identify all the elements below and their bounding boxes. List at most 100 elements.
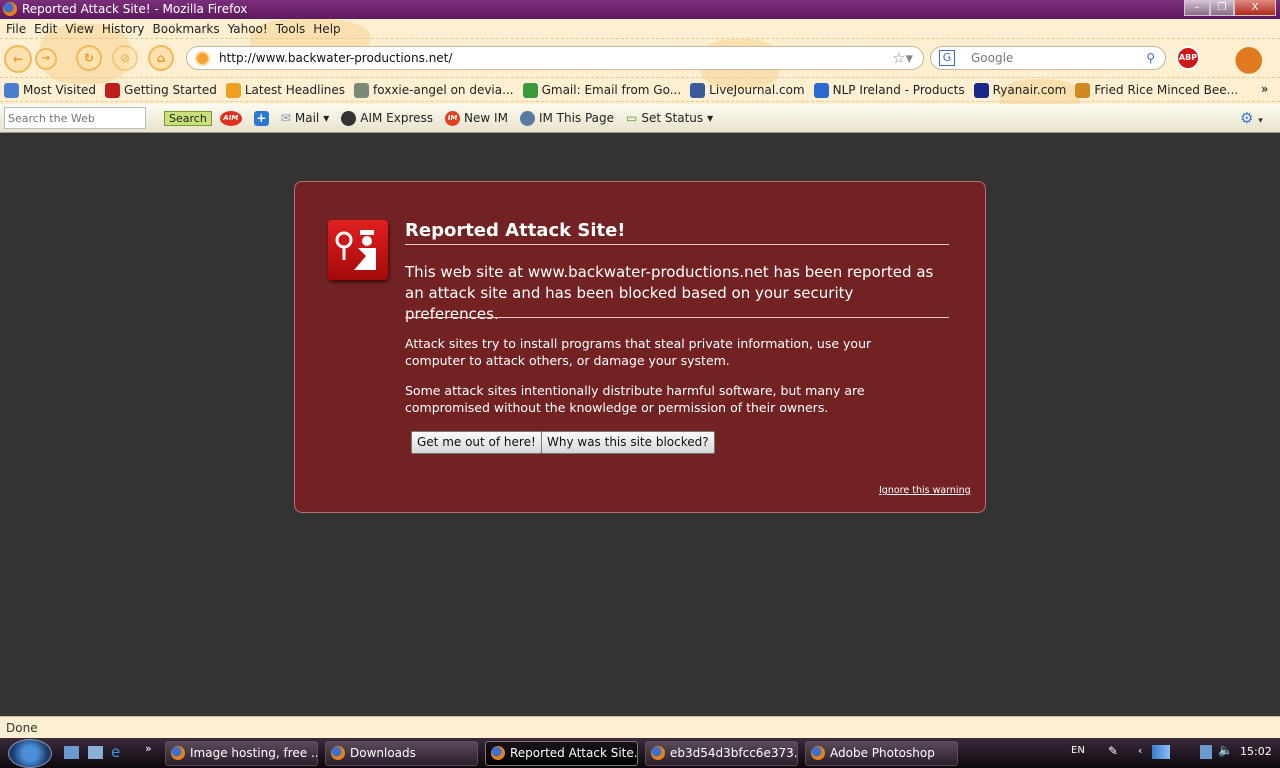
tray-signal-icon <box>1152 745 1170 759</box>
im-icon: IM <box>445 110 461 126</box>
set-status-button[interactable]: ▭ Set Status ▾ <box>626 111 713 125</box>
folder-icon <box>4 82 19 98</box>
title-bar: Reported Attack Site! - Mozilla Firefox <box>0 0 1280 19</box>
menu-bookmarks[interactable]: Bookmarks <box>149 19 224 39</box>
bookmark-label: Most Visited <box>23 83 97 97</box>
add-button[interactable]: + <box>253 110 269 126</box>
home-button[interactable]: ⌂ <box>148 45 174 71</box>
aim-express-button[interactable]: AIM Express <box>341 110 433 126</box>
yahoo-toolbar: Search AIM + ✉Mail ▾ AIM Express IMNew I… <box>0 104 1280 133</box>
bookmark-label: Latest Headlines <box>244 83 346 97</box>
status-bubble-icon: ▭ <box>626 111 638 125</box>
google-engine-icon[interactable]: G <box>939 50 955 66</box>
volume-icon[interactable]: 🔈 <box>1218 743 1233 757</box>
quicklaunch-overflow[interactable]: » <box>145 742 152 755</box>
google-icon <box>522 82 538 98</box>
warning-para-1: Attack sites try to install programs tha… <box>405 336 872 368</box>
url-text: http://www.backwater-productions.net/ <box>219 51 453 65</box>
menu-edit[interactable]: Edit <box>30 19 61 39</box>
search-placeholder: Google <box>971 51 1014 65</box>
bookmark-livejournal[interactable]: LiveJournal.com <box>690 82 805 98</box>
attack-site-warning: Reported Attack Site! This web site at w… <box>294 181 986 513</box>
menu-tools[interactable]: Tools <box>272 19 310 39</box>
yahoo-search-input[interactable] <box>4 107 146 129</box>
livejournal-pencil-icon <box>690 82 706 98</box>
task-downloads[interactable]: Downloads <box>325 741 478 766</box>
firefox-icon <box>3 2 17 16</box>
im-this-page-button[interactable]: IM This Page <box>519 110 615 126</box>
task-image-file[interactable]: eb3d54d3bfcc6e373... <box>645 741 798 766</box>
site-identity-icon[interactable] <box>195 51 210 66</box>
aim-button[interactable]: AIM <box>219 110 242 126</box>
menu-help[interactable]: Help <box>309 19 344 39</box>
minimize-button[interactable]: – <box>1184 0 1210 16</box>
firefox-fox-icon <box>1232 40 1274 74</box>
new-im-button[interactable]: IM New IM <box>445 110 508 126</box>
menu-bar: File Edit View History Bookmarks Yahoo! … <box>0 19 345 39</box>
menu-view[interactable]: View <box>61 19 97 39</box>
bookmark-getting-started[interactable]: Getting Started <box>105 82 217 98</box>
search-magnifier-icon[interactable]: ⚲ <box>1146 47 1155 69</box>
task-image-hosting[interactable]: Image hosting, free ... <box>165 741 318 766</box>
police-officer-icon <box>328 220 388 280</box>
language-indicator[interactable]: EN <box>1071 745 1085 756</box>
bookmarks-overflow-chevron[interactable]: » <box>1261 82 1268 96</box>
plus-icon: + <box>253 110 269 126</box>
nlp-icon <box>813 82 829 98</box>
deviantart-icon <box>354 82 370 98</box>
bookmark-latest-headlines[interactable]: Latest Headlines <box>225 82 346 98</box>
bookmark-label: Gmail: Email from Go... <box>541 83 682 97</box>
mail-button[interactable]: ✉ Mail ▾ <box>281 111 329 125</box>
adblock-button[interactable]: ABP <box>1176 46 1200 70</box>
aim-express-icon <box>341 110 357 126</box>
get-me-out-button[interactable]: Get me out of here! <box>411 431 542 454</box>
why-blocked-button[interactable]: Why was this site blocked? <box>541 431 715 454</box>
bookmark-ryanair[interactable]: Ryanair.com <box>973 82 1067 98</box>
bookmark-deviantart[interactable]: foxxie-angel on devia... <box>354 82 514 98</box>
switch-windows-icon[interactable] <box>88 746 103 759</box>
settings-gear-icon[interactable]: ⚙ ▾ <box>1240 109 1263 127</box>
bookmark-nlp-ireland[interactable]: NLP Ireland - Products <box>813 82 965 98</box>
ignore-warning-link[interactable]: Ignore this warning <box>879 485 971 496</box>
aim-icon: AIM <box>219 110 242 126</box>
show-desktop-icon[interactable] <box>64 746 79 759</box>
tray-expand-chevron[interactable]: ‹ <box>1138 744 1142 757</box>
start-button[interactable] <box>8 739 52 768</box>
warning-title: Reported Attack Site! <box>405 220 949 245</box>
recipe-icon <box>1075 82 1091 98</box>
tray-pen-icon[interactable]: ✎ <box>1108 744 1118 758</box>
warning-para-2: Some attack sites intentionally distribu… <box>405 383 865 415</box>
close-button[interactable]: X <box>1234 0 1276 16</box>
bookmark-label: foxxie-angel on devia... <box>373 83 514 97</box>
im-page-label: IM This Page <box>538 111 615 125</box>
url-bar[interactable]: http://www.backwater-productions.net/ ☆▾ <box>186 46 924 70</box>
taskbar: e » Image hosting, free ... Downloads Re… <box>0 738 1280 768</box>
network-icon[interactable] <box>1200 745 1212 759</box>
menu-yahoo[interactable]: Yahoo! <box>224 19 272 39</box>
bookmark-most-visited[interactable]: Most Visited <box>4 82 97 98</box>
internet-explorer-icon[interactable]: e <box>111 743 120 761</box>
bookmark-gmail[interactable]: Gmail: Email from Go... <box>522 82 682 98</box>
clock[interactable]: 15:02 <box>1240 745 1272 758</box>
firefox-logo-icon <box>105 82 121 98</box>
star-bookmark-icon[interactable]: ☆▾ <box>892 47 913 69</box>
restore-button[interactable]: ❐ <box>1210 0 1234 16</box>
back-button[interactable]: ← <box>4 45 32 73</box>
bookmark-label: NLP Ireland - Products <box>832 83 965 97</box>
forward-button[interactable]: → <box>35 48 57 70</box>
stop-button[interactable]: ⊘ <box>112 45 138 71</box>
bookmark-label: Ryanair.com <box>992 83 1067 97</box>
reload-button[interactable]: ↻ <box>76 45 102 71</box>
yahoo-search-button[interactable]: Search <box>164 110 212 126</box>
menu-history[interactable]: History <box>98 19 149 39</box>
bookmark-fried-rice[interactable]: Fried Rice Minced Bee... <box>1075 82 1238 98</box>
task-photoshop[interactable]: Adobe Photoshop <box>805 741 958 766</box>
task-reported-attack-site[interactable]: Reported Attack Site... <box>485 741 638 766</box>
ryanair-icon <box>973 82 989 98</box>
divider <box>405 317 949 318</box>
search-bar[interactable]: G Google ⚲ <box>930 46 1166 70</box>
rss-icon <box>225 82 241 98</box>
bookmark-label: LiveJournal.com <box>709 83 805 97</box>
menu-file[interactable]: File <box>2 19 30 39</box>
new-im-label: New IM <box>464 111 508 125</box>
